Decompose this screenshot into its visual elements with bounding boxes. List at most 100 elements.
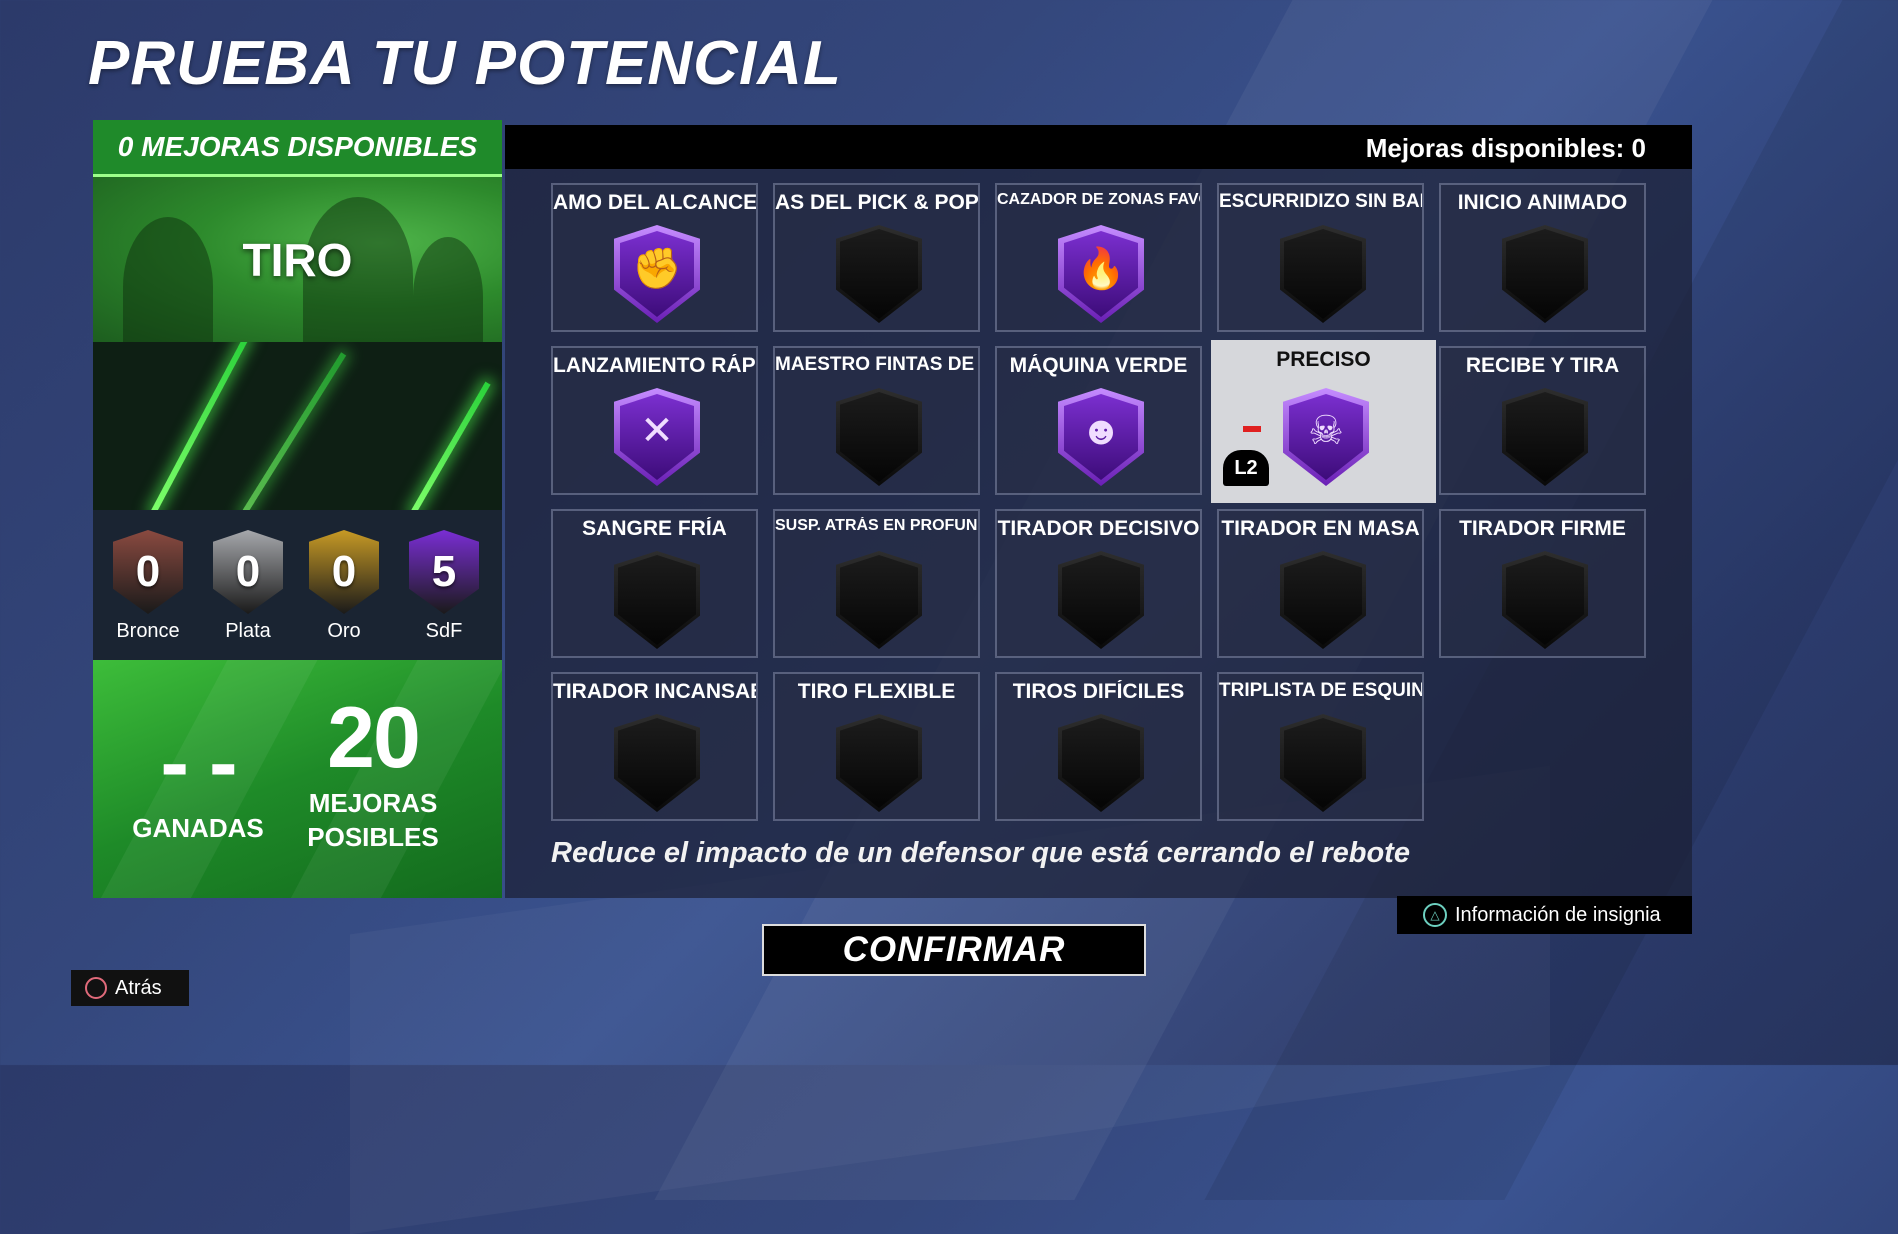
- category-image: TIRO: [93, 177, 502, 342]
- badge-name: TIROS DIFÍCILES: [1012, 680, 1185, 703]
- badge-sangre-fría[interactable]: SANGRE FRÍA: [551, 509, 758, 658]
- confirm-button[interactable]: CONFIRMAR: [762, 924, 1146, 976]
- badge-name: TIRADOR FIRME: [1459, 517, 1626, 540]
- badge-name: TIRADOR DECISIVO: [997, 517, 1200, 540]
- badge-glyph: 🔥: [1076, 246, 1126, 291]
- badge-tirador-firme[interactable]: TIRADOR FIRME: [1439, 509, 1646, 658]
- won-stat: - - GANADAS: [118, 720, 278, 846]
- badge-name: TRIPLISTA DE ESQUINA: [1219, 680, 1422, 701]
- decorative-neon-panel: [93, 342, 502, 510]
- available-upgrades-header: 0 MEJORAS DISPONIBLES: [93, 120, 502, 177]
- possible-label: MEJORAS POSIBLES: [307, 788, 439, 852]
- badge-as-del-pick-pop[interactable]: AS DEL PICK & POP: [773, 183, 980, 332]
- empty-badge-icon: [836, 714, 922, 812]
- badge-name: AS DEL PICK & POP: [775, 191, 978, 214]
- badge-info-label: Información de insignia: [1455, 903, 1661, 926]
- tier-label: SdF: [425, 620, 463, 642]
- badge-susp-atrás-en-profundidad[interactable]: SUSP. ATRÁS EN PROFUNDIDAD: [773, 509, 980, 658]
- tier-silver: 0 Plata: [208, 530, 288, 643]
- badge-maestro-fintas-de-tiro[interactable]: MAESTRO FINTAS DE TIRO: [773, 346, 980, 495]
- gold-badge-icon: 0: [309, 530, 379, 614]
- back-label: Atrás: [115, 976, 162, 999]
- crosshair-skull-icon: ☠: [1283, 388, 1369, 486]
- category-panel: 0 MEJORAS DISPONIBLES TIRO 0 Bronce 0 Pl…: [93, 120, 502, 898]
- tier-bronze: 0 Bronce: [108, 530, 188, 643]
- empty-badge-icon: [1058, 714, 1144, 812]
- tier-hof: 5 SdF: [404, 530, 484, 643]
- badge-grid-panel: Mejoras disponibles: 0 AMO DEL ALCANCE ✊ A…: [505, 125, 1692, 898]
- badge-name: MAESTRO FINTAS DE TIRO: [775, 354, 978, 375]
- won-label: GANADAS: [132, 813, 264, 843]
- hand-roll-icon: ✊: [614, 225, 700, 323]
- tier-counts: 0 Bronce 0 Plata 0 Oro 5 SdF: [93, 510, 502, 660]
- tier-label: Plata: [225, 620, 271, 642]
- empty-badge-icon: [1280, 225, 1366, 323]
- empty-badge-icon: [1280, 714, 1366, 812]
- badge-name: ESCURRIDIZO SIN BALÓN: [1219, 191, 1422, 212]
- badge-name: PRECISO: [1276, 348, 1371, 371]
- badge-máquina-verde[interactable]: MÁQUINA VERDE ☻: [995, 346, 1202, 495]
- empty-badge-icon: [614, 551, 700, 649]
- badge-name: LANZAMIENTO RÁPIDO: [553, 354, 756, 377]
- empty-badge-icon: [836, 388, 922, 486]
- badge-escurridizo-sin-balón[interactable]: ESCURRIDIZO SIN BALÓN: [1217, 183, 1424, 332]
- badge-triplista-de-esquina[interactable]: TRIPLISTA DE ESQUINA: [1217, 672, 1424, 821]
- remove-icon: [1243, 426, 1261, 432]
- tier-label: Oro: [327, 620, 361, 642]
- grid-header: Mejoras disponibles: 0: [505, 125, 1692, 169]
- badge-tirador-incansable[interactable]: TIRADOR INCANSABLE: [551, 672, 758, 821]
- badge-cazador-de-zonas-favorables[interactable]: CAZADOR DE ZONAS FAVORABLES 🔥: [995, 183, 1202, 332]
- won-value: - -: [160, 715, 237, 811]
- page-title: PRUEBA TU POTENCIAL: [88, 29, 842, 98]
- badge-preciso[interactable]: PRECISO ☠ L2: [1211, 340, 1436, 503]
- badge-name: SUSP. ATRÁS EN PROFUNDIDAD: [775, 517, 978, 534]
- upgrade-stats: - - GANADAS 20 MEJORAS POSIBLES: [93, 660, 502, 898]
- badge-inicio-animado[interactable]: INICIO ANIMADO: [1439, 183, 1646, 332]
- tier-gold: 0 Oro: [304, 530, 384, 643]
- flaming-hoop-icon: 🔥: [1058, 225, 1144, 323]
- empty-badge-icon: [1502, 225, 1588, 323]
- back-button[interactable]: Atrás: [71, 970, 189, 1006]
- badge-name: RECIBE Y TIRA: [1465, 354, 1620, 377]
- badge-amo-del-alcance[interactable]: AMO DEL ALCANCE ✊: [551, 183, 758, 332]
- badge-tirador-en-masa[interactable]: TIRADOR EN MASA: [1217, 509, 1424, 658]
- empty-badge-icon: [1502, 551, 1588, 649]
- badge-tiros-difíciles[interactable]: TIROS DIFÍCILES: [995, 672, 1202, 821]
- badge-name: AMO DEL ALCANCE: [553, 191, 756, 214]
- possible-stat: 20 MEJORAS POSIBLES: [293, 695, 453, 855]
- robot-icon: ☻: [1058, 388, 1144, 486]
- badge-lanzamiento-rápido[interactable]: LANZAMIENTO RÁPIDO ✕: [551, 346, 758, 495]
- badge-name: SANGRE FRÍA: [582, 517, 727, 540]
- empty-badge-icon: [1502, 388, 1588, 486]
- empty-badge-icon: [1058, 551, 1144, 649]
- badge-name: TIRO FLEXIBLE: [797, 680, 956, 703]
- available-upgrades-count: Mejoras disponibles: 0: [1365, 133, 1646, 163]
- circle-button-icon: [85, 977, 107, 999]
- badge-tiro-flexible[interactable]: TIRO FLEXIBLE: [773, 672, 980, 821]
- badge-recibe-y-tira[interactable]: RECIBE Y TIRA: [1439, 346, 1646, 495]
- badge-glyph: ☠: [1308, 409, 1344, 453]
- triangle-button-icon: △: [1423, 903, 1447, 927]
- l2-button-icon: L2: [1223, 450, 1269, 486]
- playbook-icon: ✕: [614, 388, 700, 486]
- badge-tirador-decisivo[interactable]: TIRADOR DECISIVO: [995, 509, 1202, 658]
- badge-info-button[interactable]: △ Información de insignia: [1397, 896, 1692, 934]
- badge-name: MÁQUINA VERDE: [1009, 354, 1188, 377]
- badge-name: CAZADOR DE ZONAS FAVORABLES: [997, 191, 1200, 208]
- category-label: TIRO: [242, 233, 353, 286]
- bronze-badge-icon: 0: [113, 530, 183, 614]
- badge-name: TIRADOR EN MASA: [1221, 517, 1420, 540]
- empty-badge-icon: [614, 714, 700, 812]
- possible-value: 20: [327, 690, 421, 786]
- empty-badge-icon: [836, 551, 922, 649]
- badge-glyph: ✊: [632, 246, 682, 291]
- badge-name: TIRADOR INCANSABLE: [553, 680, 756, 703]
- silver-badge-icon: 0: [213, 530, 283, 614]
- tier-label: Bronce: [116, 620, 180, 642]
- hof-badge-icon: 5: [409, 530, 479, 614]
- badge-description: Reduce el impacto de un defensor que est…: [551, 837, 1410, 869]
- empty-badge-icon: [1280, 551, 1366, 649]
- empty-badge-icon: [836, 225, 922, 323]
- badge-glyph: ☻: [1079, 408, 1123, 453]
- badge-name: INICIO ANIMADO: [1457, 191, 1628, 214]
